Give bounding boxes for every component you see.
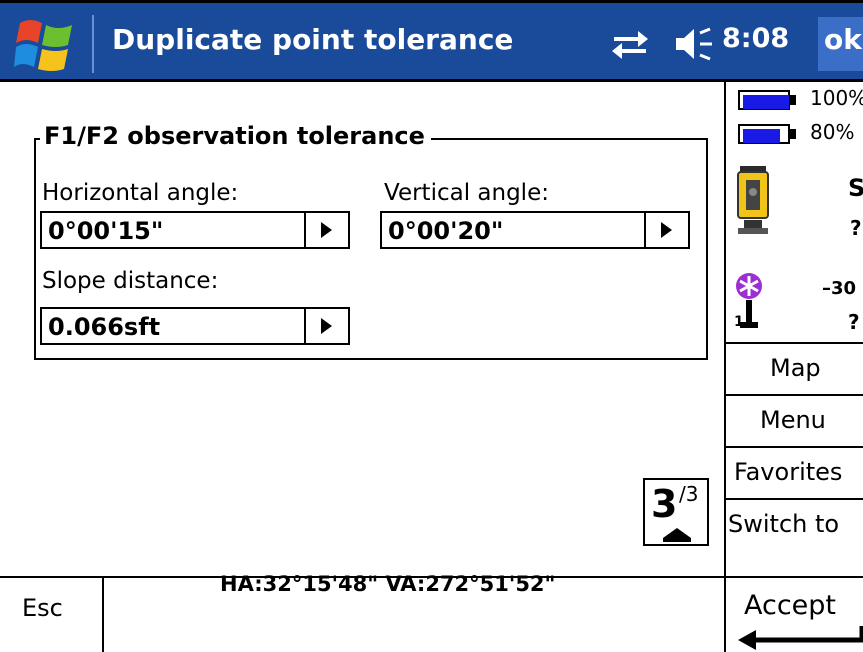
page-indicator[interactable]: 3 /3 bbox=[643, 478, 709, 546]
page-up-bar bbox=[663, 538, 691, 542]
play-arrow-icon bbox=[661, 222, 672, 238]
slope-distance-field[interactable]: 0.066sft bbox=[40, 307, 350, 345]
bottom-bar: Esc HA:32°15'48" VA:272°51'52" Accept bbox=[0, 572, 863, 652]
battery-2-icon[interactable] bbox=[738, 124, 798, 146]
battery-1-percent: 100% bbox=[810, 86, 863, 110]
instrument-label: S bbox=[848, 174, 863, 202]
switch-to-button[interactable]: Switch to bbox=[726, 498, 863, 576]
prism-value-2: ? bbox=[848, 310, 860, 334]
prism-value: –30 bbox=[822, 278, 857, 299]
windows-start-icon[interactable] bbox=[14, 15, 76, 71]
enter-arrow-icon bbox=[738, 626, 863, 650]
esc-button-label: Esc bbox=[22, 594, 63, 622]
battery-1-fill bbox=[743, 95, 789, 109]
slope-distance-label: Slope distance: bbox=[42, 268, 219, 294]
play-arrow-icon bbox=[321, 222, 332, 238]
play-arrow-icon bbox=[321, 318, 332, 334]
horizontal-angle-value: 0°00'15" bbox=[48, 217, 164, 245]
battery-2-percent: 80% bbox=[810, 120, 855, 144]
map-button[interactable]: Map bbox=[726, 342, 863, 394]
total-station-icon[interactable] bbox=[736, 166, 770, 236]
slope-distance-arrow-button[interactable] bbox=[304, 309, 348, 343]
vertical-angle-label: Vertical angle: bbox=[384, 180, 549, 206]
instrument-value: ? bbox=[850, 216, 862, 240]
map-button-label: Map bbox=[770, 354, 821, 382]
clock[interactable]: 8:08 bbox=[722, 23, 789, 54]
battery-1-icon[interactable] bbox=[738, 90, 798, 112]
slope-distance-value: 0.066sft bbox=[48, 313, 161, 341]
angle-readout: HA:32°15'48" VA:272°51'52" bbox=[220, 572, 556, 596]
accept-button-label: Accept bbox=[744, 590, 837, 621]
ok-button[interactable]: ok bbox=[818, 17, 863, 71]
menu-button[interactable]: Menu bbox=[726, 394, 863, 446]
vertical-angle-arrow-button[interactable] bbox=[644, 213, 688, 247]
page-current: 3 bbox=[651, 482, 678, 526]
esc-button[interactable]: Esc bbox=[0, 578, 104, 652]
menu-button-label: Menu bbox=[760, 406, 826, 434]
speaker-icon[interactable] bbox=[672, 25, 716, 63]
groupbox-title: F1/F2 observation tolerance bbox=[40, 122, 431, 150]
vertical-angle-field[interactable]: 0°00'20" bbox=[380, 211, 690, 249]
window-title: Duplicate point tolerance bbox=[112, 23, 514, 56]
battery-2-fill bbox=[743, 129, 780, 143]
horizontal-angle-arrow-button[interactable] bbox=[304, 213, 348, 247]
prism-number: 1 bbox=[734, 314, 744, 330]
vertical-angle-value: 0°00'20" bbox=[388, 217, 504, 245]
switch-to-button-label: Switch to bbox=[728, 510, 840, 538]
accept-button[interactable]: Accept bbox=[724, 578, 863, 652]
title-separator bbox=[92, 15, 94, 73]
horizontal-angle-field[interactable]: 0°00'15" bbox=[40, 211, 350, 249]
status-panel: 100% 80% S ? 1 –30 ? Map Menu Favorites … bbox=[724, 82, 863, 576]
connectivity-icon[interactable] bbox=[610, 25, 650, 61]
horizontal-angle-label: Horizontal angle: bbox=[42, 180, 239, 206]
favorites-button[interactable]: Favorites bbox=[726, 446, 863, 498]
page-up-icon bbox=[663, 528, 691, 538]
title-bar: Duplicate point tolerance 8:08 ok bbox=[0, 0, 863, 82]
favorites-button-label: Favorites bbox=[734, 458, 843, 486]
page-total: /3 bbox=[679, 482, 699, 506]
